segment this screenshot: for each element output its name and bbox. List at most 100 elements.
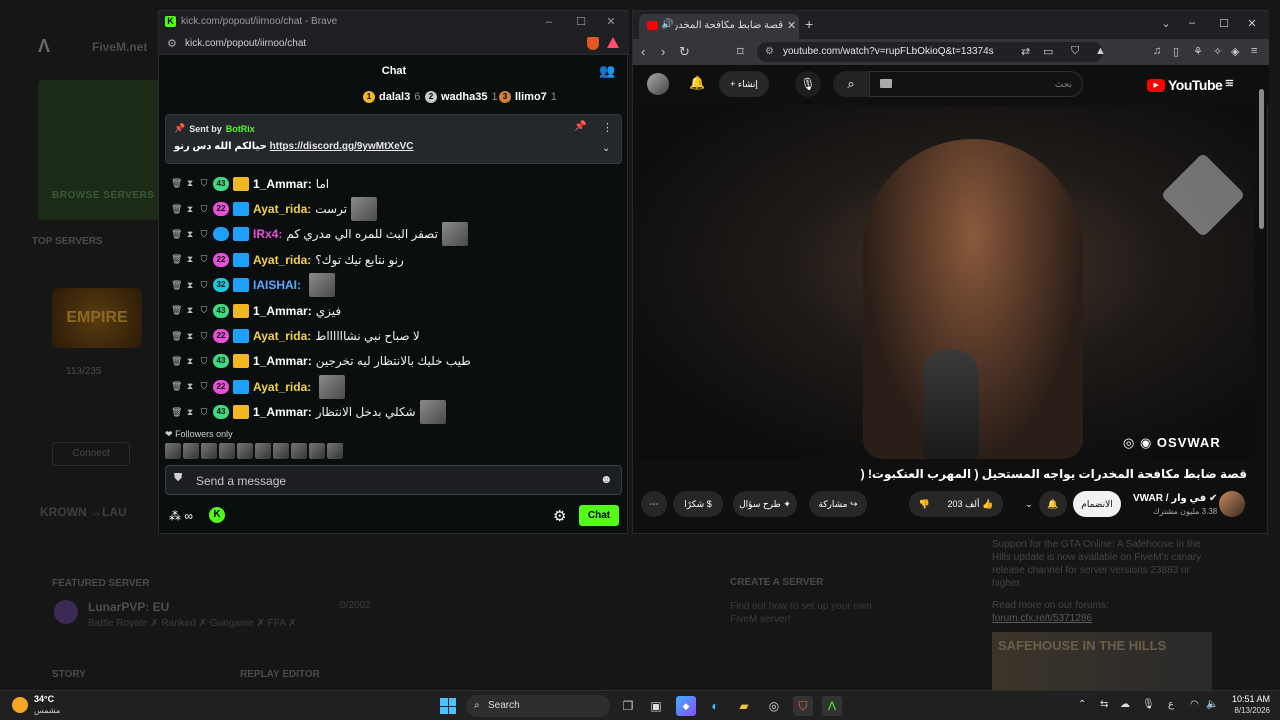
- chat-message[interactable]: 🗑 ⧗ ⛉ 32 IAISHAI:: [171, 273, 621, 298]
- reload-icon[interactable]: ↻: [679, 44, 690, 60]
- chat-username[interactable]: Ayat_rida:: [253, 202, 311, 216]
- delete-icon[interactable]: 🗑: [171, 407, 182, 418]
- chat-message[interactable]: 🗑 ⧗ ⛉ 22 Ayat_rida: لا صباح نبي نشااااااط: [171, 323, 621, 348]
- like-icon[interactable]: 👍: [982, 499, 993, 509]
- timeout-icon[interactable]: ⧗: [185, 305, 195, 316]
- delete-icon[interactable]: 🗑: [171, 229, 182, 240]
- emote[interactable]: [291, 443, 307, 459]
- news-image[interactable]: SAFEHOUSE IN THE HILLS: [992, 632, 1212, 690]
- new-tab-icon[interactable]: +: [805, 16, 813, 32]
- channel-points[interactable]: ⁂ ∞: [169, 509, 193, 523]
- search-input[interactable]: بحث: [869, 71, 1083, 97]
- fivem-logo[interactable]: Λ: [38, 36, 54, 56]
- kick-badge-icon[interactable]: K: [209, 507, 225, 523]
- timeout-icon[interactable]: ⧗: [185, 356, 195, 367]
- address-url[interactable]: youtube.com/watch?v=rupFLbOkioQ&t=13374s: [783, 46, 994, 57]
- leaderboard-entry-2[interactable]: 2 wadha35 1: [425, 91, 498, 103]
- keyboard-icon[interactable]: [880, 79, 892, 88]
- back-icon[interactable]: ‹: [641, 44, 645, 59]
- tray-mic-icon[interactable]: 🎙: [1142, 699, 1155, 710]
- tray-overflow-icon[interactable]: ⌃: [1078, 699, 1086, 710]
- brave-shield-icon[interactable]: ⛉: [1071, 45, 1079, 58]
- join-button[interactable]: الانضمام: [1073, 491, 1121, 517]
- chat-username[interactable]: 1_Ammar:: [253, 354, 312, 368]
- sidebar-icon[interactable]: ▯: [1173, 45, 1179, 58]
- delete-icon[interactable]: 🗑: [171, 356, 182, 367]
- chat-username[interactable]: Ayat_rida:: [253, 380, 311, 394]
- more-options-icon[interactable]: ⋮: [602, 121, 613, 134]
- chat-username[interactable]: 1_Ammar:: [253, 405, 312, 419]
- connect-button[interactable]: Connect: [52, 442, 130, 466]
- site-settings-icon[interactable]: ⚙: [765, 42, 774, 62]
- timeout-icon[interactable]: ⧗: [185, 280, 195, 291]
- subscribe-chevron-icon[interactable]: ⌄: [1019, 491, 1039, 517]
- chat-message[interactable]: 🗑 ⧗ ⛉ 22 Ayat_rida:: [171, 374, 621, 399]
- page-scrollbar[interactable]: [1257, 75, 1265, 531]
- pinned-message[interactable]: 📌 Sent by BotRix حيالكم الله دس رنو http…: [165, 114, 622, 164]
- users-icon[interactable]: 👥: [599, 64, 615, 78]
- tray-app-icon[interactable]: ⇆: [1100, 699, 1108, 710]
- menu-icon[interactable]: ≡: [1251, 45, 1257, 57]
- timeout-icon[interactable]: ⧗: [185, 331, 195, 342]
- emote[interactable]: [183, 443, 199, 459]
- microphone-icon[interactable]: 🎙: [795, 71, 821, 97]
- chat-username[interactable]: Ayat_rida:: [253, 329, 311, 343]
- close-icon[interactable]: ✕: [1245, 17, 1259, 30]
- dislike-icon[interactable]: 👎: [919, 499, 930, 509]
- timeout-icon[interactable]: ⧗: [185, 381, 195, 392]
- ban-icon[interactable]: ⛉: [199, 331, 209, 342]
- ban-icon[interactable]: ⛉: [199, 254, 209, 265]
- media-icon[interactable]: ♫: [1153, 45, 1161, 57]
- tab-close-icon[interactable]: ✕: [787, 19, 796, 32]
- timeout-icon[interactable]: ⧗: [185, 254, 195, 265]
- translate-icon[interactable]: ⇄: [1021, 45, 1030, 58]
- timeout-icon[interactable]: ⧗: [185, 204, 195, 215]
- delete-icon[interactable]: 🗑: [171, 305, 182, 316]
- ban-icon[interactable]: ⛉: [199, 356, 209, 367]
- account-avatar[interactable]: [647, 73, 669, 95]
- chat-message[interactable]: 🗑 ⧗ ⛉ 22 Ayat_rida: رنو نتابع تيك توك؟: [171, 247, 621, 272]
- ban-icon[interactable]: ⛉: [199, 381, 209, 392]
- task-view-icon[interactable]: ❐: [618, 696, 638, 716]
- emote[interactable]: [255, 443, 271, 459]
- ban-icon[interactable]: ⛉: [199, 305, 209, 316]
- story-label[interactable]: STORY: [52, 669, 86, 680]
- message-input[interactable]: ⛊ Send a message ☻: [165, 465, 622, 495]
- chat-send-button[interactable]: Chat: [579, 505, 619, 526]
- news-forum-link[interactable]: forum.cfx.re/t/5371286: [992, 613, 1092, 624]
- more-actions-icon[interactable]: ⋯: [641, 491, 667, 517]
- create-server-label[interactable]: CREATE A SERVER: [730, 577, 823, 588]
- store-icon[interactable]: ▣: [646, 696, 666, 716]
- fivem-icon[interactable]: Λ: [822, 696, 842, 716]
- delete-icon[interactable]: 🗑: [171, 178, 182, 189]
- leaderboard-entry-3[interactable]: 3 llimo7 1: [499, 91, 557, 103]
- volume-icon[interactable]: 🔈: [1206, 699, 1218, 710]
- chat-username[interactable]: 1_Ammar:: [253, 304, 312, 318]
- edge-icon[interactable]: ◐: [705, 696, 725, 716]
- bot-name[interactable]: BotRix: [226, 124, 255, 134]
- delete-icon[interactable]: 🗑: [171, 381, 182, 392]
- forward-icon[interactable]: ›: [661, 44, 665, 59]
- kick-url[interactable]: kick.com/popout/iirnoo/chat: [185, 38, 306, 49]
- cast-icon[interactable]: ▭: [1043, 45, 1053, 58]
- delete-icon[interactable]: 🗑: [171, 280, 182, 291]
- ban-icon[interactable]: ⛉: [199, 229, 209, 240]
- krown-server-title[interactable]: KROWN →LAU: [40, 505, 127, 519]
- file-explorer-icon[interactable]: ▰: [734, 696, 754, 716]
- leo-icon[interactable]: ✧: [1213, 45, 1222, 58]
- chat-username[interactable]: Ayat_rida:: [253, 253, 311, 267]
- unpin-icon[interactable]: 📌: [574, 121, 586, 132]
- chevron-down-icon[interactable]: ⌄: [602, 143, 610, 154]
- scrollbar-thumb[interactable]: [1259, 89, 1264, 229]
- delete-icon[interactable]: 🗑: [171, 254, 182, 265]
- start-icon[interactable]: [440, 698, 456, 714]
- clock-date[interactable]: 8/13/2026: [1218, 706, 1270, 715]
- ask-button[interactable]: طرح سؤال ✦: [733, 491, 797, 517]
- chat-username[interactable]: IRx4:: [253, 227, 282, 241]
- wifi-icon[interactable]: ◠: [1190, 699, 1199, 710]
- ban-icon[interactable]: ⛉: [199, 178, 209, 189]
- steam-icon[interactable]: ◎: [764, 696, 784, 716]
- emote[interactable]: [237, 443, 253, 459]
- fivem-brand-link[interactable]: FiveM.net: [92, 40, 147, 54]
- chat-message[interactable]: 🗑 ⧗ ⛉ 43 1_Ammar: اما: [171, 171, 621, 196]
